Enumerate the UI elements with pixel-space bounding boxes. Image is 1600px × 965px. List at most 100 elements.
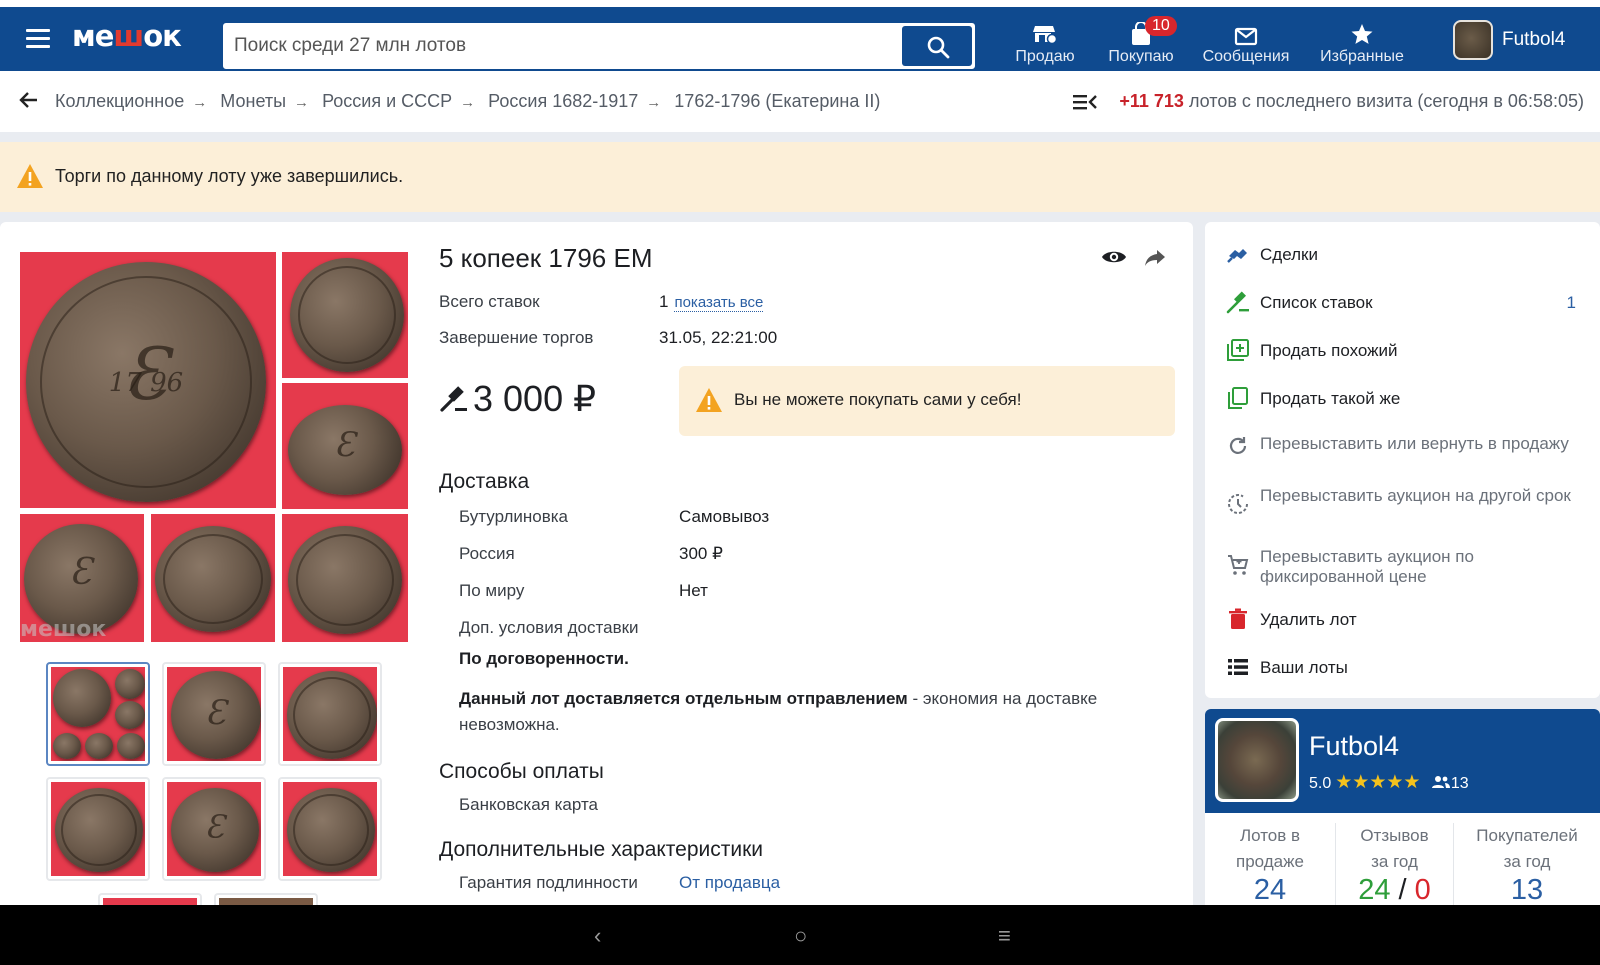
envelope-icon <box>1234 27 1258 46</box>
delivery-note: Данный лот доставляется отдельным отправ… <box>459 689 1098 734</box>
menu-sell-same[interactable]: Продать такой же <box>1226 382 1586 416</box>
refresh-icon <box>1229 437 1247 454</box>
auction-ended-alert: Торги по данному лоту уже завершились. <box>0 142 1600 212</box>
search-input[interactable] <box>234 24 894 68</box>
payment-method: Банковская карта <box>459 795 599 814</box>
nav-messages[interactable]: Сообщения <box>1198 20 1294 66</box>
thumbnail[interactable]: Ɛ <box>162 662 266 766</box>
nav-selling[interactable]: Продаю <box>1010 20 1080 66</box>
bid-count: 1 <box>1566 293 1576 312</box>
search-icon <box>927 36 950 59</box>
thumbnail[interactable] <box>278 662 382 766</box>
delivery-row-value: 300 ₽ <box>679 544 723 563</box>
breadcrumb-item[interactable]: Монеты <box>220 91 286 111</box>
show-all-bids-link[interactable]: показать все <box>674 294 764 312</box>
menu-relist[interactable]: Перевыставить или вернуть в продажу <box>1226 430 1586 464</box>
breadcrumb-item[interactable]: Россия и СССР <box>322 91 452 111</box>
bids-label: Всего ставок <box>439 292 540 311</box>
avatar[interactable] <box>1453 20 1493 60</box>
gavel-icon <box>1226 291 1249 314</box>
followers-icon <box>1431 776 1450 788</box>
delivery-row-value: Самовывоз <box>679 507 770 526</box>
breadcrumb-item[interactable]: Россия 1682-1917 <box>488 91 638 111</box>
add-copy-icon <box>1227 339 1249 361</box>
delivery-extra-label: Доп. условия доставки <box>459 618 639 637</box>
menu-relist-other-term[interactable]: Перевыставить аукцион на другой срок <box>1226 482 1586 526</box>
warning-icon <box>696 388 722 412</box>
system-back-button[interactable]: ‹ <box>594 923 601 949</box>
seller-rating: 5.0 ★★★★★ 13 <box>1309 772 1469 793</box>
breadcrumb-item[interactable]: Коллекционное <box>55 91 184 111</box>
warning-icon <box>17 164 43 188</box>
alert-text: Торги по данному лоту уже завершились. <box>55 166 404 186</box>
breadcrumb: Коллекционное → Монеты → Россия и СССР → Ро… <box>55 91 881 111</box>
site-logo[interactable]: мешок <box>72 19 182 53</box>
store-icon <box>1033 26 1058 45</box>
nav-label: Продаю <box>1015 48 1075 65</box>
seller-avatar[interactable] <box>1215 718 1299 802</box>
handshake-icon <box>1227 249 1247 263</box>
nav-buying[interactable]: 10 Покупаю <box>1101 16 1181 66</box>
lot-title: 5 копеек 1796 ЕМ <box>439 243 653 273</box>
back-arrow-icon[interactable] <box>17 88 41 112</box>
new-lots-since-visit[interactable]: +11 713 лотов с последнего визита (сегод… <box>1119 91 1584 112</box>
self-buy-notice: Вы не можете покупать сами у себя! <box>679 366 1175 436</box>
delivery-row-label: Бутурлиновка <box>459 507 568 526</box>
cart-count-badge: 10 <box>1145 16 1177 36</box>
seller-card[interactable]: Futbol4 5.0 ★★★★★ 13 <box>1205 709 1600 813</box>
cart-icon <box>1228 555 1249 575</box>
delivery-extra-value: По договоренности. <box>459 649 629 668</box>
breadcrumb-bar: Коллекционное → Монеты → Россия и СССР → Ро… <box>0 71 1600 132</box>
bids-value: 1 показать все <box>659 292 764 312</box>
photo-angle[interactable]: Ɛ <box>282 383 408 509</box>
clock-icon <box>1228 494 1248 514</box>
price: 3 000 ₽ <box>439 378 596 420</box>
seller-name[interactable]: Futbol4 <box>1309 731 1399 762</box>
thumbnail[interactable] <box>278 777 382 881</box>
coin-image: Ɛ 17 96 <box>26 262 266 502</box>
end-value: 31.05, 22:21:00 <box>659 328 778 347</box>
system-home-button[interactable]: ○ <box>794 923 807 949</box>
menu-relist-fixed-price[interactable]: Перевыставить аукцион по фиксированной ц… <box>1226 543 1586 587</box>
menu-deals[interactable]: Сделки <box>1226 238 1586 272</box>
delivery-title: Доставка <box>439 470 530 493</box>
list-icon <box>1228 659 1248 675</box>
stat-buyers[interactable]: Покупателей за год 13 <box>1454 823 1600 905</box>
authenticity-label: Гарантия подлинности <box>459 873 638 892</box>
breadcrumb-item[interactable]: 1762-1796 (Екатерина II) <box>674 91 880 111</box>
thumbnail[interactable] <box>46 777 150 881</box>
user-name[interactable]: Futbol4 <box>1502 29 1565 51</box>
thumbnail[interactable] <box>46 662 150 766</box>
new-lots-icon[interactable] <box>1072 90 1098 114</box>
share-icon[interactable] <box>1143 247 1167 267</box>
system-nav-bar: ‹ ○ ≡ <box>0 905 1600 965</box>
extra-title: Дополнительные характеристики <box>439 838 764 861</box>
menu-sell-similar[interactable]: Продать похожий <box>1226 334 1586 368</box>
status-strip <box>0 0 1600 7</box>
copy-icon <box>1228 387 1248 409</box>
menu-your-lots[interactable]: Ваши лоты <box>1226 651 1586 685</box>
end-label: Завершение торгов <box>439 328 594 347</box>
star-icon <box>1351 24 1373 44</box>
photo-side-2[interactable] <box>151 514 275 642</box>
menu-bid-list[interactable]: Список ставок 1 <box>1226 286 1586 320</box>
photo-side-3[interactable] <box>282 514 408 642</box>
lot-image-gallery[interactable]: Ɛ 17 96 Ɛ Ɛ <box>20 252 408 642</box>
main-photo[interactable]: Ɛ 17 96 <box>20 252 276 508</box>
delivery-row-label: Россия <box>459 544 515 563</box>
menu-delete-lot[interactable]: Удалить лот <box>1226 603 1586 637</box>
nav-favorites[interactable]: Избранные <box>1316 20 1408 66</box>
menu-icon[interactable] <box>26 29 50 48</box>
nav-label: Избранные <box>1320 48 1404 65</box>
thumbnail[interactable]: Ɛ <box>162 777 266 881</box>
nav-label: Сообщения <box>1202 48 1290 65</box>
stat-reviews[interactable]: Отзывов за год 24 / 0 <box>1336 823 1453 905</box>
watch-eye-icon[interactable] <box>1101 247 1127 267</box>
search-button[interactable] <box>902 26 972 66</box>
photo-reverse[interactable] <box>282 252 408 378</box>
delivery-row-label: По миру <box>459 581 525 600</box>
stat-lots-for-sale[interactable]: Лотов в продаже 24 <box>1205 823 1335 905</box>
system-menu-button[interactable]: ≡ <box>998 923 1011 949</box>
payment-title: Способы оплаты <box>439 760 604 783</box>
authenticity-value[interactable]: От продавца <box>679 873 780 893</box>
